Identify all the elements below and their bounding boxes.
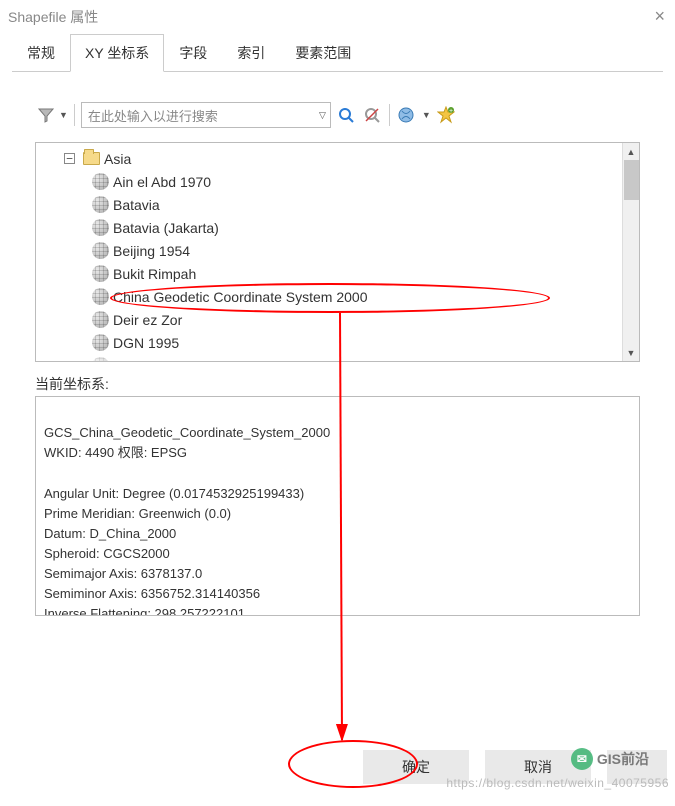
titlebar: Shapefile 属性 × — [0, 0, 675, 33]
globe-icon — [92, 288, 109, 305]
globe-icon — [92, 334, 109, 351]
globe-icon — [92, 265, 109, 282]
tree-item-label: Beijing 1954 — [113, 243, 190, 259]
globe-icon — [92, 219, 109, 236]
tree-item[interactable]: Deir ez Zor — [64, 308, 639, 331]
close-icon[interactable]: × — [654, 6, 665, 27]
tree-item[interactable]: DGN 1995 — [64, 331, 639, 354]
clear-search-icon[interactable] — [361, 104, 383, 126]
svg-text:+: + — [449, 108, 453, 115]
collapse-icon[interactable]: − — [64, 153, 75, 164]
scroll-thumb[interactable] — [624, 160, 639, 200]
filter-dropdown[interactable]: ▼ — [59, 110, 68, 120]
add-favorite-icon[interactable]: + — [435, 104, 457, 126]
current-crs-label: 当前坐标系: — [35, 374, 640, 394]
crs-tree[interactable]: − Asia Ain el Abd 1970 Batavia Batavia (… — [35, 142, 640, 362]
filter-icon[interactable] — [35, 104, 57, 126]
tree-item[interactable]: Batavia (Jakarta) — [64, 216, 639, 239]
globe-icon — [92, 173, 109, 190]
chevron-down-icon[interactable]: ▽ — [319, 110, 326, 121]
tree-item-label: Deir ez Zor — [113, 312, 182, 328]
tree-item-label: Ain el Abd 1970 — [113, 174, 211, 190]
tab-content: ▼ 在此处输入以进行搜索 ▽ ▼ + − Asia Ain el Abd 197… — [0, 72, 675, 616]
tree-item[interactable]: Bukit Rimpah — [64, 262, 639, 285]
separator-icon — [74, 104, 75, 126]
window-title: Shapefile 属性 — [8, 7, 98, 27]
search-placeholder: 在此处输入以进行搜索 — [88, 106, 218, 125]
tab-strip: 常规 XY 坐标系 字段 索引 要素范围 — [0, 33, 675, 71]
tree-item[interactable]: Ain el Abd 1970 — [64, 170, 639, 193]
scroll-down-icon[interactable]: ▼ — [623, 344, 639, 361]
tree-item-label: Batavia — [113, 197, 160, 213]
folder-label: Asia — [104, 151, 131, 167]
toolbar: ▼ 在此处输入以进行搜索 ▽ ▼ + — [35, 102, 640, 128]
tree-folder-asia[interactable]: − Asia — [64, 147, 639, 170]
globe-icon — [92, 311, 109, 328]
globe-icon — [92, 357, 109, 362]
tree-item[interactable]: Batavia — [64, 193, 639, 216]
tab-fields[interactable]: 字段 — [164, 34, 222, 72]
search-icon[interactable] — [335, 104, 357, 126]
watermark-logo: ✉GIS前沿 — [571, 748, 649, 770]
separator-icon — [389, 104, 390, 126]
tree-item[interactable]: DDI IKDEE 02 — [64, 354, 639, 362]
tab-general[interactable]: 常规 — [12, 34, 70, 72]
tree-item[interactable]: Beijing 1954 — [64, 239, 639, 262]
watermark-text: https://blog.csdn.net/weixin_40075956 — [446, 776, 669, 790]
tab-index[interactable]: 索引 — [222, 34, 280, 72]
scroll-up-icon[interactable]: ▲ — [623, 143, 639, 160]
scrollbar[interactable]: ▲ ▼ — [622, 143, 639, 361]
folder-icon — [83, 152, 100, 165]
tab-extent[interactable]: 要素范围 — [280, 34, 366, 72]
new-crs-dropdown[interactable]: ▼ — [422, 110, 431, 120]
crs-details-text: GCS_China_Geodetic_Coordinate_System_200… — [44, 425, 330, 616]
new-crs-icon[interactable] — [396, 104, 418, 126]
tree-item-label: DGN 1995 — [113, 335, 179, 351]
search-input[interactable]: 在此处输入以进行搜索 ▽ — [81, 102, 331, 128]
tree-item-selected[interactable]: China Geodetic Coordinate System 2000 — [64, 285, 639, 308]
tab-xy-crs[interactable]: XY 坐标系 — [70, 34, 164, 72]
tree-item-label: Batavia (Jakarta) — [113, 220, 219, 236]
crs-details: GCS_China_Geodetic_Coordinate_System_200… — [35, 396, 640, 616]
tree-item-label: China Geodetic Coordinate System 2000 — [113, 289, 367, 305]
tree-item-label: DDI IKDEE 02 — [113, 358, 202, 363]
globe-icon — [92, 196, 109, 213]
tree-item-label: Bukit Rimpah — [113, 266, 196, 282]
globe-icon — [92, 242, 109, 259]
